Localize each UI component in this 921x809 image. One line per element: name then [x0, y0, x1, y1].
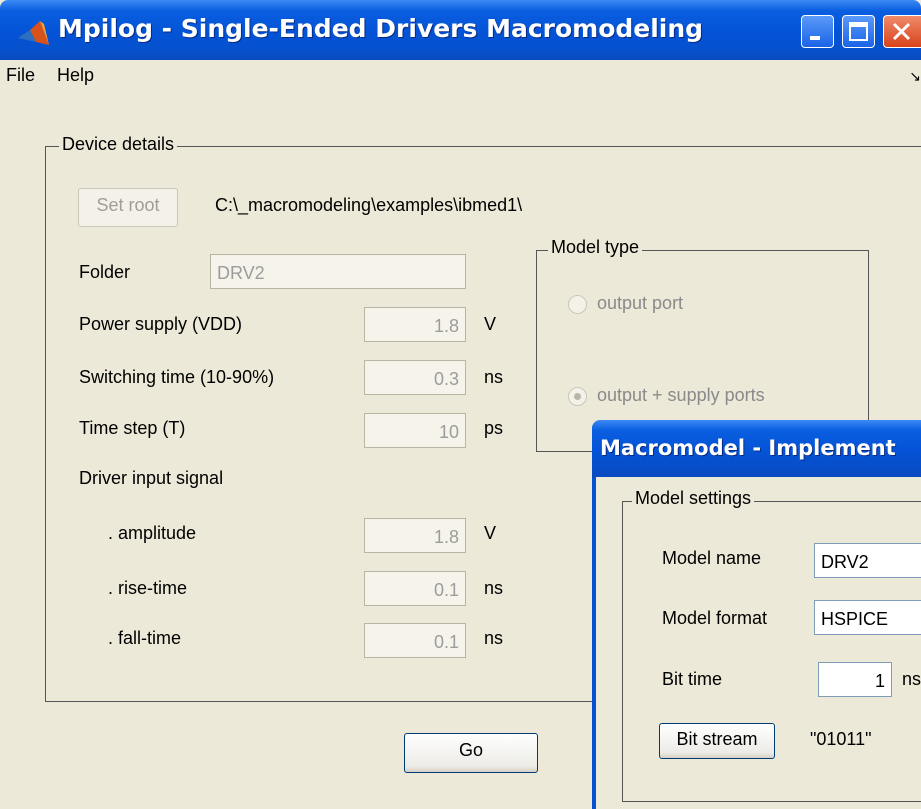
maximize-icon [849, 22, 868, 41]
model-settings-title: Model settings [632, 488, 755, 509]
menu-help[interactable]: Help [57, 65, 94, 86]
bit-time-field[interactable]: 1 [818, 662, 892, 697]
maximize-button[interactable] [842, 15, 875, 48]
menu-arrow-icon[interactable]: ↘ [909, 68, 921, 85]
switching-time-unit: ns [484, 367, 504, 387]
minimize-icon [810, 36, 820, 40]
switching-time-field[interactable]: 0.3 [364, 360, 466, 395]
output-port-radio[interactable] [568, 295, 587, 314]
output-supply-label[interactable]: output + supply ports [597, 385, 765, 406]
amplitude-unit: V [484, 523, 497, 543]
menu-file[interactable]: File [6, 65, 35, 86]
fall-time-unit: ns [484, 628, 504, 648]
time-step-field[interactable]: 10 [364, 413, 466, 448]
close-icon [892, 22, 911, 41]
vdd-label: Power supply (VDD) [79, 314, 243, 334]
close-button[interactable] [883, 15, 921, 48]
time-step-unit: ps [484, 418, 504, 438]
fall-time-label: . fall-time [108, 628, 182, 648]
rise-time-unit: ns [484, 578, 504, 598]
root-path: C:\_macromodeling\examples\ibmed1\ [215, 195, 523, 215]
bit-stream-button[interactable]: Bit stream [659, 723, 775, 759]
menu-bar: File Help ↘ [0, 60, 921, 94]
macromodel-implement-dialog: Macromodel - Implement Model settings Mo… [592, 420, 921, 809]
fall-time-field[interactable]: 0.1 [364, 623, 466, 658]
time-step-label: Time step (T) [79, 418, 186, 438]
model-name-label: Model name [662, 548, 762, 568]
window-title: Mpilog - Single-Ended Drivers Macromodel… [58, 14, 704, 43]
dialog-body: Model settings Model name DRV2 Model for… [592, 477, 921, 809]
amplitude-label: . amplitude [108, 523, 197, 543]
title-bar[interactable]: Mpilog - Single-Ended Drivers Macromodel… [0, 0, 921, 60]
device-details-title: Device details [59, 134, 178, 155]
folder-label: Folder [79, 262, 131, 282]
output-port-label[interactable]: output port [597, 293, 683, 314]
set-root-button[interactable]: Set root [78, 188, 178, 227]
switching-time-label: Switching time (10-90%) [79, 367, 275, 387]
model-name-field[interactable]: DRV2 [814, 543, 921, 578]
vdd-field[interactable]: 1.8 [364, 307, 466, 342]
go-button[interactable]: Go [404, 733, 538, 773]
bit-time-unit: ns [902, 669, 921, 689]
input-signal-label: Driver input signal [79, 468, 224, 488]
bit-stream-value: "01011" [810, 729, 872, 749]
rise-time-field[interactable]: 0.1 [364, 571, 466, 606]
output-supply-radio[interactable] [568, 387, 587, 406]
bit-time-label: Bit time [662, 669, 723, 689]
rise-time-label: . rise-time [108, 578, 188, 598]
dialog-title-bar[interactable]: Macromodel - Implement [592, 420, 921, 477]
matlab-logo-icon [18, 21, 49, 45]
folder-field[interactable]: DRV2 [210, 254, 466, 289]
model-type-title: Model type [548, 237, 643, 258]
dialog-title: Macromodel - Implement [600, 436, 896, 460]
amplitude-field[interactable]: 1.8 [364, 518, 466, 553]
model-format-select[interactable]: HSPICE [814, 600, 921, 635]
minimize-button[interactable] [801, 15, 834, 48]
model-format-label: Model format [662, 608, 768, 628]
vdd-unit: V [484, 314, 497, 334]
radio-selected-dot [574, 393, 581, 400]
